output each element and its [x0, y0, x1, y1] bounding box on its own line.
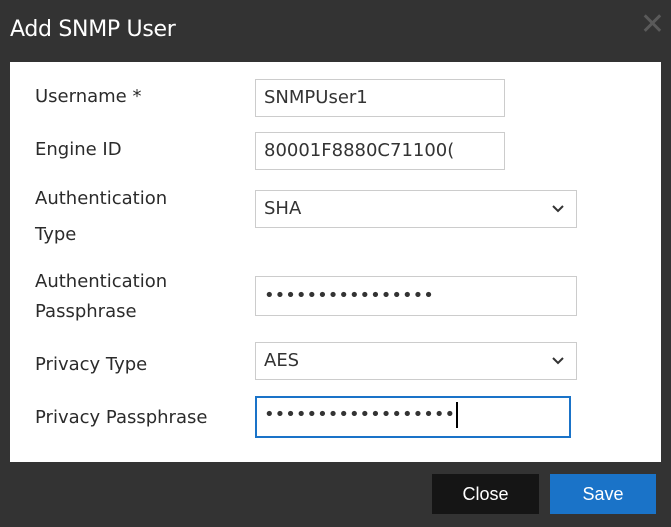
engine-id-label: Engine ID — [35, 139, 122, 160]
privacy-passphrase-label: Privacy Passphrase — [35, 407, 208, 428]
auth-passphrase-field[interactable]: •••••••••••••••• — [255, 276, 577, 316]
auth-passphrase-label: Authentication Passphrase — [35, 269, 167, 325]
auth-passphrase-label-line1: Authentication — [35, 271, 168, 292]
dialog-titlebar: Add SNMP User ✕ — [0, 0, 671, 62]
auth-type-label-line1: Authentication — [35, 188, 168, 209]
text-cursor — [456, 402, 459, 428]
save-button[interactable]: Save — [550, 474, 656, 514]
username-field[interactable]: SNMPUser1 — [255, 79, 505, 117]
username-label: Username * — [35, 86, 142, 107]
dialog-title: Add SNMP User — [10, 17, 176, 42]
privacy-passphrase-value: •••••••••••••••••• — [264, 404, 456, 425]
close-icon[interactable]: ✕ — [640, 10, 665, 40]
auth-type-label-line2: Type — [35, 224, 77, 245]
engine-id-field[interactable]: 80001F8880C71100( — [255, 132, 505, 170]
chevron-down-icon — [552, 205, 564, 213]
auth-type-label: Authentication Type — [35, 186, 167, 248]
add-snmp-user-dialog: Add SNMP User ✕ Username * SNMPUser1 Eng… — [0, 0, 671, 527]
chevron-down-icon — [552, 357, 564, 365]
close-button[interactable]: Close — [432, 474, 539, 514]
privacy-type-select[interactable]: AES — [255, 342, 577, 380]
auth-passphrase-label-line2: Passphrase — [35, 301, 137, 322]
auth-passphrase-value: •••••••••••••••• — [264, 285, 434, 306]
auth-type-select[interactable]: SHA — [255, 190, 577, 228]
privacy-passphrase-field[interactable]: •••••••••••••••••• — [255, 396, 571, 438]
privacy-type-label: Privacy Type — [35, 354, 148, 375]
auth-type-value: SHA — [264, 198, 302, 219]
privacy-type-value: AES — [264, 350, 300, 371]
dialog-body: Username * SNMPUser1 Engine ID 80001F888… — [10, 62, 661, 462]
